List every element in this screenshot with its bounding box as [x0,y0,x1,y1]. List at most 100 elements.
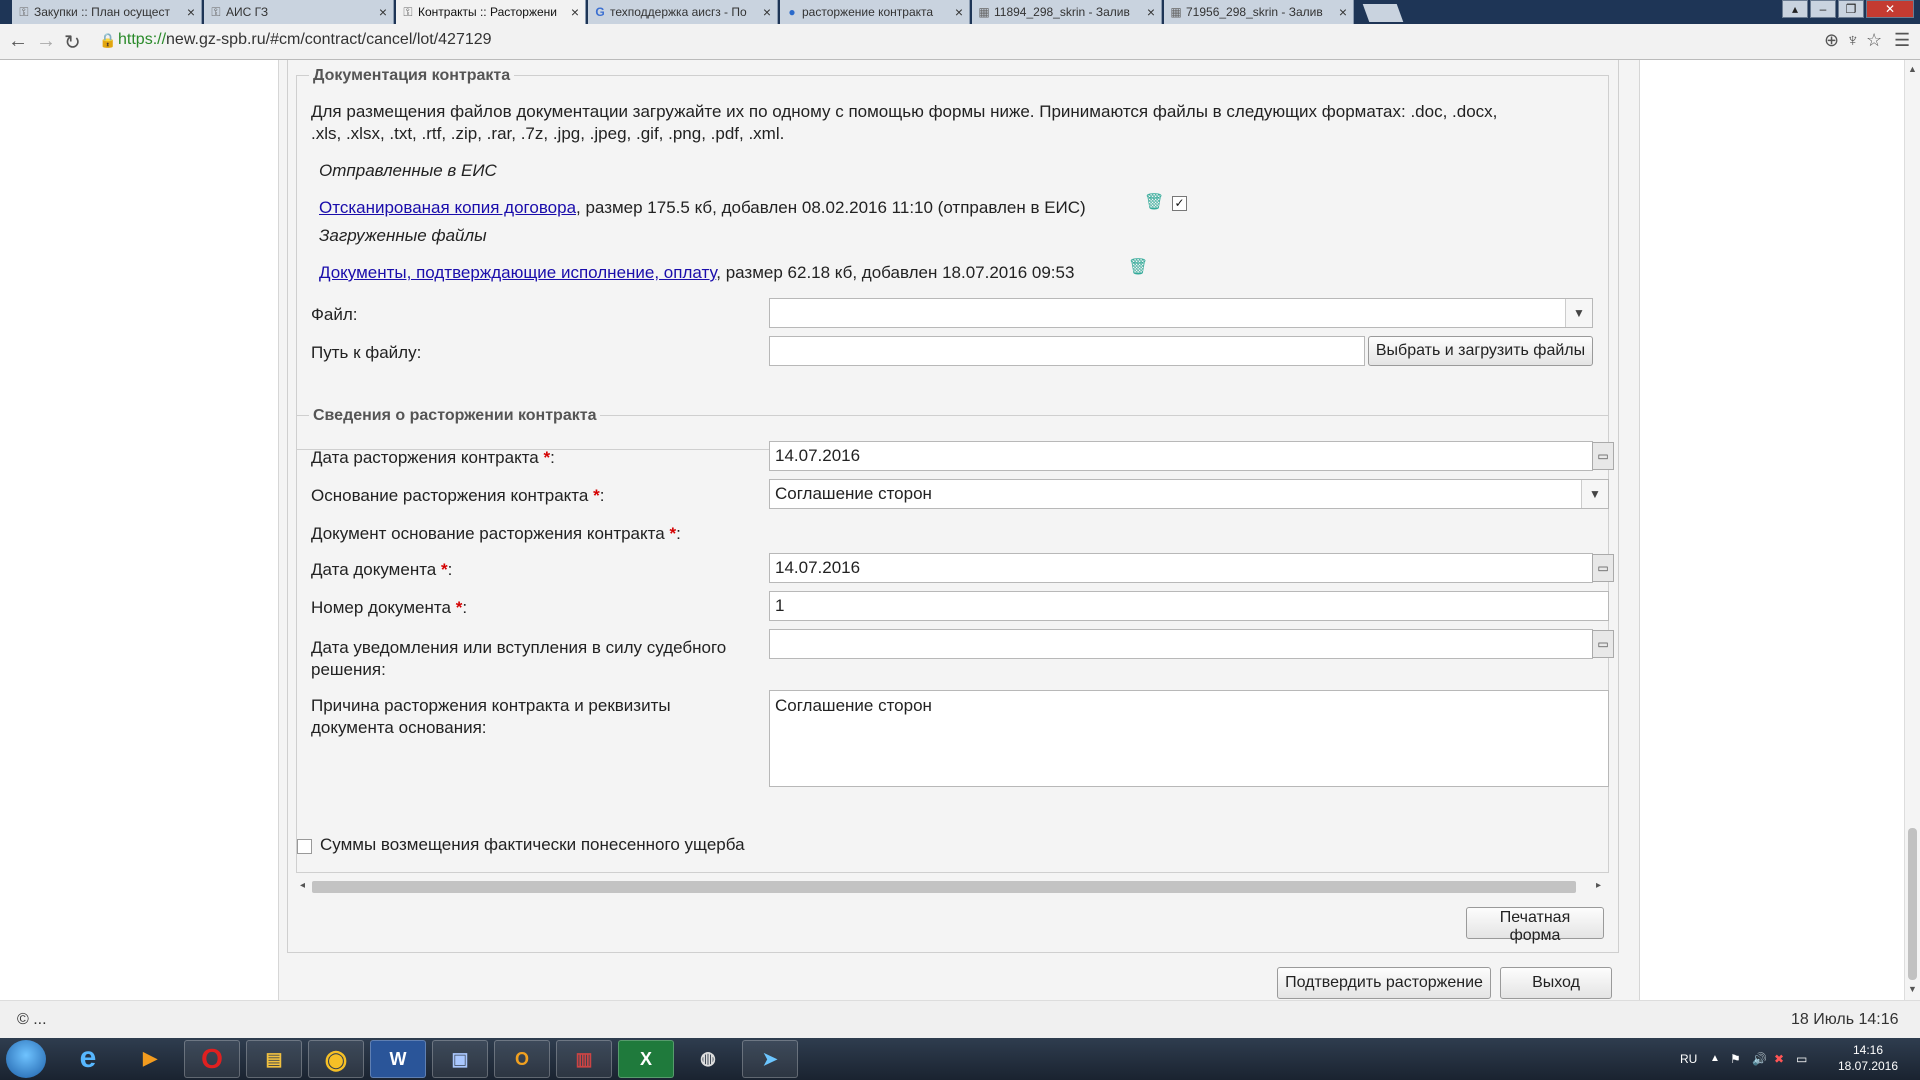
url-text: https://new.gz-spb.ru/#cm/contract/cance… [118,31,492,48]
browser-tab-6[interactable]: ▦ 11894_298_skrin - Залив × [972,0,1162,24]
explorer-icon[interactable]: ▤ [246,1040,302,1078]
volume-icon[interactable]: 🔊 [1752,1038,1767,1080]
system-clock[interactable]: 14:16 18.07.2016 [1826,1042,1910,1074]
docs-intro-text: .xls, .xlsx, .txt, .rtf, .zip, .rar, .7z… [311,124,785,143]
horizontal-scrollbar[interactable]: ◂ ▸ [300,877,1606,895]
sent-file-link[interactable]: Отсканированая копия договора [319,198,576,217]
chevron-down-icon[interactable]: ▼ [1565,299,1592,327]
cancel-date-input[interactable]: 14.07.2016 [769,441,1593,471]
cause-textarea[interactable]: Соглашение сторон [769,690,1609,787]
uploaded-file-meta: , размер 62.18 кб, добавлен 18.07.2016 0… [716,263,1075,282]
flag-icon[interactable]: ⚑ [1730,1038,1741,1080]
calendar-icon[interactable]: ▭ [1592,442,1614,470]
calendar-icon[interactable]: ▭ [1592,630,1614,658]
browser-toolbar: ← → ↻ 🔒 https://new.gz-spb.ru/#cm/contra… [0,24,1920,60]
clock-time: 14:16 [1852,1043,1884,1057]
minimize-icon[interactable]: – [1810,0,1836,18]
scroll-right-icon[interactable]: ▸ [1596,877,1601,895]
uploaded-file-link[interactable]: Документы, подтверждающие исполнение, оп… [319,263,716,282]
key-icon: ⚿ [403,5,413,19]
paint-icon[interactable]: ◍ [680,1040,736,1078]
ie-icon[interactable]: e [60,1040,116,1078]
outlook-icon[interactable]: O [494,1040,550,1078]
close-icon[interactable]: × [955,0,963,24]
window-close-icon[interactable]: ✕ [1866,0,1914,18]
close-icon[interactable]: × [187,0,195,24]
scroll-down-icon[interactable]: ▼ [1908,984,1917,994]
start-button[interactable] [6,1040,46,1078]
file-path-input[interactable] [769,336,1365,366]
print-form-button[interactable]: Печатная форма [1466,907,1604,944]
scroll-up-icon[interactable]: ▲ [1908,64,1917,74]
damages-checkbox[interactable] [297,839,312,854]
browser-tab-4[interactable]: G техподдержка аисгз - По × [588,0,778,24]
forward-arrow-icon[interactable]: → [36,30,56,53]
action-center-icon[interactable]: ▭ [1796,1038,1807,1080]
file-label: Файл: [311,305,358,324]
address-bar[interactable]: 🔒 https://new.gz-spb.ru/#cm/contract/can… [96,29,1816,53]
sent-file-meta: , размер 175.5 кб, добавлен 08.02.2016 1… [576,198,1086,217]
lock-icon: 🔒 [99,32,117,48]
extension-icon[interactable]: ♆ [1846,30,1860,51]
tab-label: расторжение контракта [802,5,934,19]
browser-tab-1[interactable]: ⚿ Закупки :: План осущест × [12,0,202,24]
footer-datetime: 18 Июль 14:16 [1791,1011,1899,1028]
close-icon[interactable]: × [571,0,579,24]
browser-tab-3-active[interactable]: ⚿ Контракты :: Расторжени × [396,0,586,24]
browser-tab-5[interactable]: ● расторжение контракта × [780,0,970,24]
recycle-bin-icon[interactable]: 🗑 [1144,193,1164,213]
back-arrow-icon[interactable]: ← [8,30,28,53]
browser-tab-7[interactable]: ▦ 71956_298_skrin - Залив × [1164,0,1354,24]
network-tray-icon[interactable]: ✖ [1774,1038,1784,1080]
reload-icon[interactable]: ↻ [64,30,81,55]
scroll-left-icon[interactable]: ◂ [300,877,305,895]
sent-file-row: Отсканированая копия договора, размер 17… [319,198,1086,218]
close-icon[interactable]: × [1147,0,1155,24]
doc-number-input[interactable]: 1 [769,591,1609,621]
uploaded-files-heading: Загруженные файлы [319,226,487,245]
doc-date-input[interactable]: 14.07.2016 [769,553,1593,583]
tray-expand-icon[interactable]: ▲ [1710,1038,1720,1080]
exit-button[interactable]: Выход [1500,967,1612,999]
user-icon[interactable]: ▴ [1782,0,1808,18]
zoom-icon[interactable]: ⊕ [1824,30,1839,51]
scrollbar-thumb[interactable] [312,881,1576,893]
recycle-bin-icon[interactable]: 🗑 [1128,258,1148,278]
google-icon: G [595,5,605,19]
tab-label: 71956_298_skrin - Залив [1186,5,1323,19]
word-icon[interactable]: W [370,1040,426,1078]
calendar-icon[interactable]: ▭ [1592,554,1614,582]
browser-tab-2[interactable]: ⚿ АИС ГЗ × [204,0,394,24]
opera-icon[interactable]: O [184,1040,240,1078]
tab-label: 11894_298_skrin - Залив [994,5,1130,19]
court-date-label: решения: [311,660,386,679]
section-title: Документация контракта [309,67,515,85]
close-icon[interactable]: × [379,0,387,24]
upload-files-button[interactable]: Выбрать и загрузить файлы [1368,336,1593,366]
language-indicator[interactable]: RU [1680,1038,1697,1080]
key-icon: ⚿ [19,5,29,19]
cause-label: Причина расторжения контракта и реквизит… [311,696,671,715]
file-select[interactable]: ▼ [769,298,1593,328]
chevron-down-icon[interactable]: ▼ [1581,480,1608,508]
new-tab-button[interactable] [1362,4,1404,22]
excel-icon[interactable]: X [618,1040,674,1078]
cancel-reason-select[interactable]: Соглашение сторон ▼ [769,479,1609,509]
bookmark-star-icon[interactable]: ☆ [1866,30,1882,51]
cancel-date-label: Дата расторжения контракта *: [311,448,555,467]
menu-icon[interactable]: ☰ [1894,30,1910,51]
close-icon[interactable]: × [763,0,771,24]
confirm-cancellation-button[interactable]: Подтвердить расторжение [1277,967,1491,999]
network-icon[interactable]: ▣ [432,1040,488,1078]
court-date-input[interactable] [769,629,1593,659]
vertical-scrollbar[interactable]: ▲ ▼ [1904,60,1920,1000]
close-icon[interactable]: × [1339,0,1347,24]
file-path-label: Путь к файлу: [311,343,422,362]
sent-file-checkbox[interactable]: ✓ [1172,196,1187,211]
chrome-icon[interactable]: ◉ [308,1040,364,1078]
restore-icon[interactable]: ❐ [1838,0,1864,18]
scrollbar-thumb[interactable] [1908,828,1917,980]
telegram-icon[interactable]: ➤ [742,1040,798,1078]
winrar-icon[interactable]: ▥ [556,1040,612,1078]
media-player-icon[interactable]: ▶ [122,1040,178,1078]
